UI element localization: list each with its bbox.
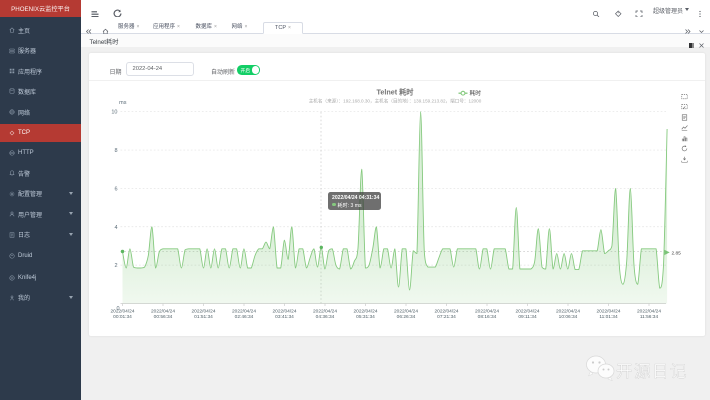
svg-text:03:41:34: 03:41:34 — [275, 314, 294, 320]
svg-text:00:56:34: 00:56:34 — [154, 314, 173, 320]
svg-text:2.85: 2.85 — [672, 250, 682, 256]
svg-text:11:56:34: 11:56:34 — [640, 314, 659, 320]
svg-text:主机名（来源）：192.168.0.30，主机名（目的地）：: 主机名（来源）：192.168.0.30，主机名（目的地）：139.159.21… — [309, 98, 482, 105]
svg-text:ms: ms — [119, 100, 127, 106]
svg-text:2022/04/24: 2022/04/24 — [434, 309, 458, 315]
svg-text:00:01:34: 00:01:34 — [113, 314, 132, 320]
svg-text:耗时: 耗时 — [470, 89, 482, 97]
svg-text:2022/04/24: 2022/04/24 — [637, 309, 661, 315]
svg-text:09:11:34: 09:11:34 — [518, 314, 537, 320]
svg-text:2022/04/24: 2022/04/24 — [232, 309, 256, 315]
svg-text:10: 10 — [111, 110, 117, 116]
svg-text:06:26:34: 06:26:34 — [397, 314, 416, 320]
svg-text:2022/04/24: 2022/04/24 — [151, 309, 175, 315]
svg-text:8: 8 — [114, 148, 117, 154]
svg-text:05:31:34: 05:31:34 — [356, 314, 375, 320]
svg-text:2022/04/24: 2022/04/24 — [475, 309, 499, 315]
svg-text:2022/04/24: 2022/04/24 — [272, 309, 296, 315]
svg-text:2022/04/24: 2022/04/24 — [556, 309, 580, 315]
svg-text:6: 6 — [114, 186, 117, 192]
svg-text:2022/04/24: 2022/04/24 — [353, 309, 377, 315]
svg-text:2022/04/24: 2022/04/24 — [596, 309, 620, 315]
svg-text:07:21:34: 07:21:34 — [437, 314, 456, 320]
svg-text:10:06:34: 10:06:34 — [559, 314, 578, 320]
svg-text:2022/04/24: 2022/04/24 — [515, 309, 539, 315]
svg-text:Telnet 耗时: Telnet 耗时 — [376, 88, 414, 97]
svg-text:01:51:34: 01:51:34 — [194, 314, 213, 320]
svg-text:2: 2 — [114, 263, 117, 269]
svg-text:2022/04/24: 2022/04/24 — [191, 309, 215, 315]
svg-text:4: 4 — [114, 225, 117, 231]
svg-text:2022/04/24: 2022/04/24 — [313, 309, 337, 315]
svg-text:2022/04/24: 2022/04/24 — [394, 309, 418, 315]
svg-text:08:16:34: 08:16:34 — [478, 314, 497, 320]
svg-text:02:46:34: 02:46:34 — [235, 314, 254, 320]
svg-text:2022/04/24: 2022/04/24 — [110, 309, 134, 315]
svg-text:11:01:34: 11:01:34 — [599, 314, 618, 320]
svg-text:04:36:34: 04:36:34 — [316, 314, 335, 320]
